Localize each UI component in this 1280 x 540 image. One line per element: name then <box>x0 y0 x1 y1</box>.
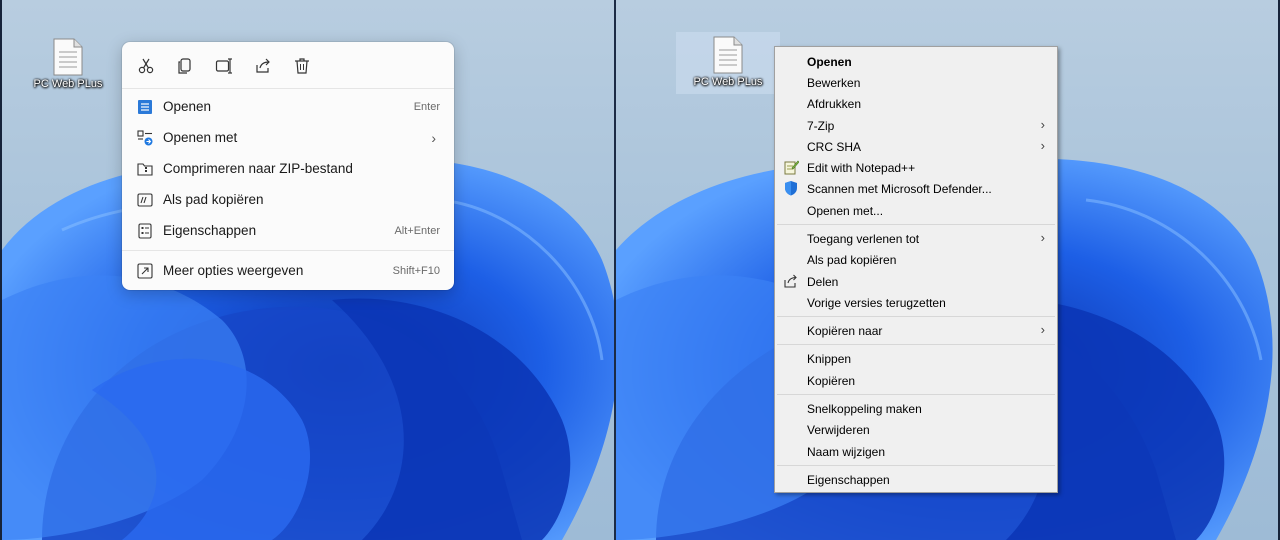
chevron-right-icon: › <box>1040 117 1045 132</box>
delete-icon <box>295 58 309 74</box>
menu-item-label: Verwijderen <box>807 423 870 437</box>
rename-button[interactable] <box>210 52 238 80</box>
classic-item-kopieren-naar[interactable]: Kopiëren naar › <box>777 320 1055 340</box>
desktop-file-label: PC Web PLus <box>693 76 763 88</box>
menu-item-label: Eigenschappen <box>163 223 257 238</box>
delete-button[interactable] <box>288 52 316 80</box>
menu-item-label: Knippen <box>807 352 852 366</box>
menu-item-shortcut: Shift+F10 <box>392 265 440 277</box>
classic-item-afdrukken[interactable]: Afdrukken <box>777 93 1055 113</box>
cut-button[interactable] <box>132 52 160 80</box>
more-options-icon <box>137 263 153 279</box>
menu-item-label: Kopiëren <box>807 374 856 388</box>
chevron-right-icon: › <box>431 130 436 146</box>
copy-icon <box>178 58 191 74</box>
classic-item-knippen[interactable]: Knippen <box>777 348 1055 368</box>
menu-separator <box>122 88 454 89</box>
classic-item-kopieren[interactable]: Kopiëren <box>777 370 1055 390</box>
text-file-icon <box>713 36 743 74</box>
menu-item-label: Meer opties weergeven <box>163 263 304 278</box>
classic-item-crc-sha[interactable]: CRC SHA › <box>777 136 1055 156</box>
menu-item-label: Vorige versies terugzetten <box>807 296 946 310</box>
menu-item-label: Openen <box>807 55 852 69</box>
zip-icon <box>137 163 153 176</box>
open-with-icon <box>137 130 153 146</box>
share-button[interactable] <box>249 52 277 80</box>
classic-item-verwijderen[interactable]: Verwijderen <box>777 419 1055 439</box>
menu-separator <box>777 394 1055 395</box>
menu-separator <box>777 316 1055 317</box>
menu-separator <box>122 250 454 251</box>
menu-item-label: Scannen met Microsoft Defender... <box>807 182 992 196</box>
menu-item-label: Als pad kopiëren <box>807 253 897 267</box>
menu-separator <box>777 224 1055 225</box>
menu-separator <box>777 465 1055 466</box>
classic-item-vorige-versies[interactable]: Vorige versies terugzetten <box>777 292 1055 312</box>
menu-item-label: Delen <box>807 275 839 289</box>
share-icon <box>784 274 797 288</box>
desktop-left: PC Web PLus Openen Enter Openen met › Co… <box>2 0 614 540</box>
desktop-file-label: PC Web PLus <box>33 78 103 90</box>
menu-item-label: Bewerken <box>807 76 861 90</box>
menu-item-label: Snelkoppeling maken <box>807 402 922 416</box>
classic-item-eigenschappen[interactable]: Eigenschappen <box>777 469 1055 489</box>
text-file-icon <box>53 38 83 76</box>
copy-button[interactable] <box>171 52 199 80</box>
menu-separator <box>777 344 1055 345</box>
menu-item-shortcut: Enter <box>413 101 440 113</box>
menu-item-label: Toegang verlenen tot <box>807 232 920 246</box>
menu-item-label: Openen met <box>163 130 238 145</box>
menu-item-als-pad-kopieren[interactable]: Als pad kopiëren <box>128 186 448 214</box>
classic-item-delen[interactable]: Delen <box>777 271 1055 291</box>
menu-item-label: Eigenschappen <box>807 473 890 487</box>
rename-icon <box>215 58 232 74</box>
modern-context-menu: Openen Enter Openen met › Comprimeren na… <box>122 42 454 290</box>
classic-item-openen[interactable]: Openen <box>777 51 1055 71</box>
menu-item-openen[interactable]: Openen Enter <box>128 93 448 121</box>
copy-path-icon <box>137 193 153 207</box>
chevron-right-icon: › <box>1040 230 1045 245</box>
defender-shield-icon <box>785 181 797 196</box>
menu-item-label: Openen met... <box>807 204 884 218</box>
classic-item-notepad[interactable]: Edit with Notepad++ <box>777 157 1055 177</box>
classic-item-openen-met[interactable]: Openen met... <box>777 200 1055 220</box>
classic-item-7zip[interactable]: 7-Zip › <box>777 115 1055 135</box>
desktop-right: PC Web PLus Openen Bewerken Afdrukken 7-… <box>616 0 1278 540</box>
classic-item-naam-wijzigen[interactable]: Naam wijzigen <box>777 441 1055 461</box>
cut-icon <box>138 58 154 74</box>
menu-item-eigenschappen[interactable]: Eigenschappen Alt+Enter <box>128 217 448 245</box>
classic-item-defender[interactable]: Scannen met Microsoft Defender... <box>777 178 1055 198</box>
menu-item-comprimeren[interactable]: Comprimeren naar ZIP-bestand <box>128 155 448 183</box>
classic-context-menu: Openen Bewerken Afdrukken 7-Zip › CRC SH… <box>774 46 1058 493</box>
menu-item-label: Afdrukken <box>807 97 862 111</box>
menu-item-label: Kopiëren naar <box>807 324 883 338</box>
menu-item-shortcut: Alt+Enter <box>394 225 440 237</box>
notepad-plus-plus-icon <box>784 160 799 175</box>
menu-item-label: Naam wijzigen <box>807 445 886 459</box>
menu-item-label: Comprimeren naar ZIP-bestand <box>163 161 353 176</box>
chevron-right-icon: › <box>1040 322 1045 337</box>
classic-item-als-pad[interactable]: Als pad kopiëren <box>777 249 1055 269</box>
share-icon <box>256 58 270 73</box>
menu-item-label: Openen <box>163 99 212 114</box>
menu-item-openen-met[interactable]: Openen met › <box>128 124 448 152</box>
menu-item-label: Als pad kopiëren <box>163 192 264 207</box>
chevron-right-icon: › <box>1040 138 1045 153</box>
menu-item-meer-opties[interactable]: Meer opties weergeven Shift+F10 <box>128 257 448 285</box>
menu-item-label: 7-Zip <box>807 119 835 133</box>
classic-item-snelkoppeling[interactable]: Snelkoppeling maken <box>777 398 1055 418</box>
menu-item-label: CRC SHA <box>807 140 862 154</box>
desktop-file-icon[interactable]: PC Web PLus <box>676 32 780 94</box>
classic-item-bewerken[interactable]: Bewerken <box>777 72 1055 92</box>
classic-item-toegang[interactable]: Toegang verlenen tot › <box>777 228 1055 248</box>
open-icon <box>138 100 152 114</box>
properties-icon <box>138 223 152 239</box>
desktop-file-icon[interactable]: PC Web PLus <box>16 34 120 96</box>
menu-item-label: Edit with Notepad++ <box>807 161 916 175</box>
